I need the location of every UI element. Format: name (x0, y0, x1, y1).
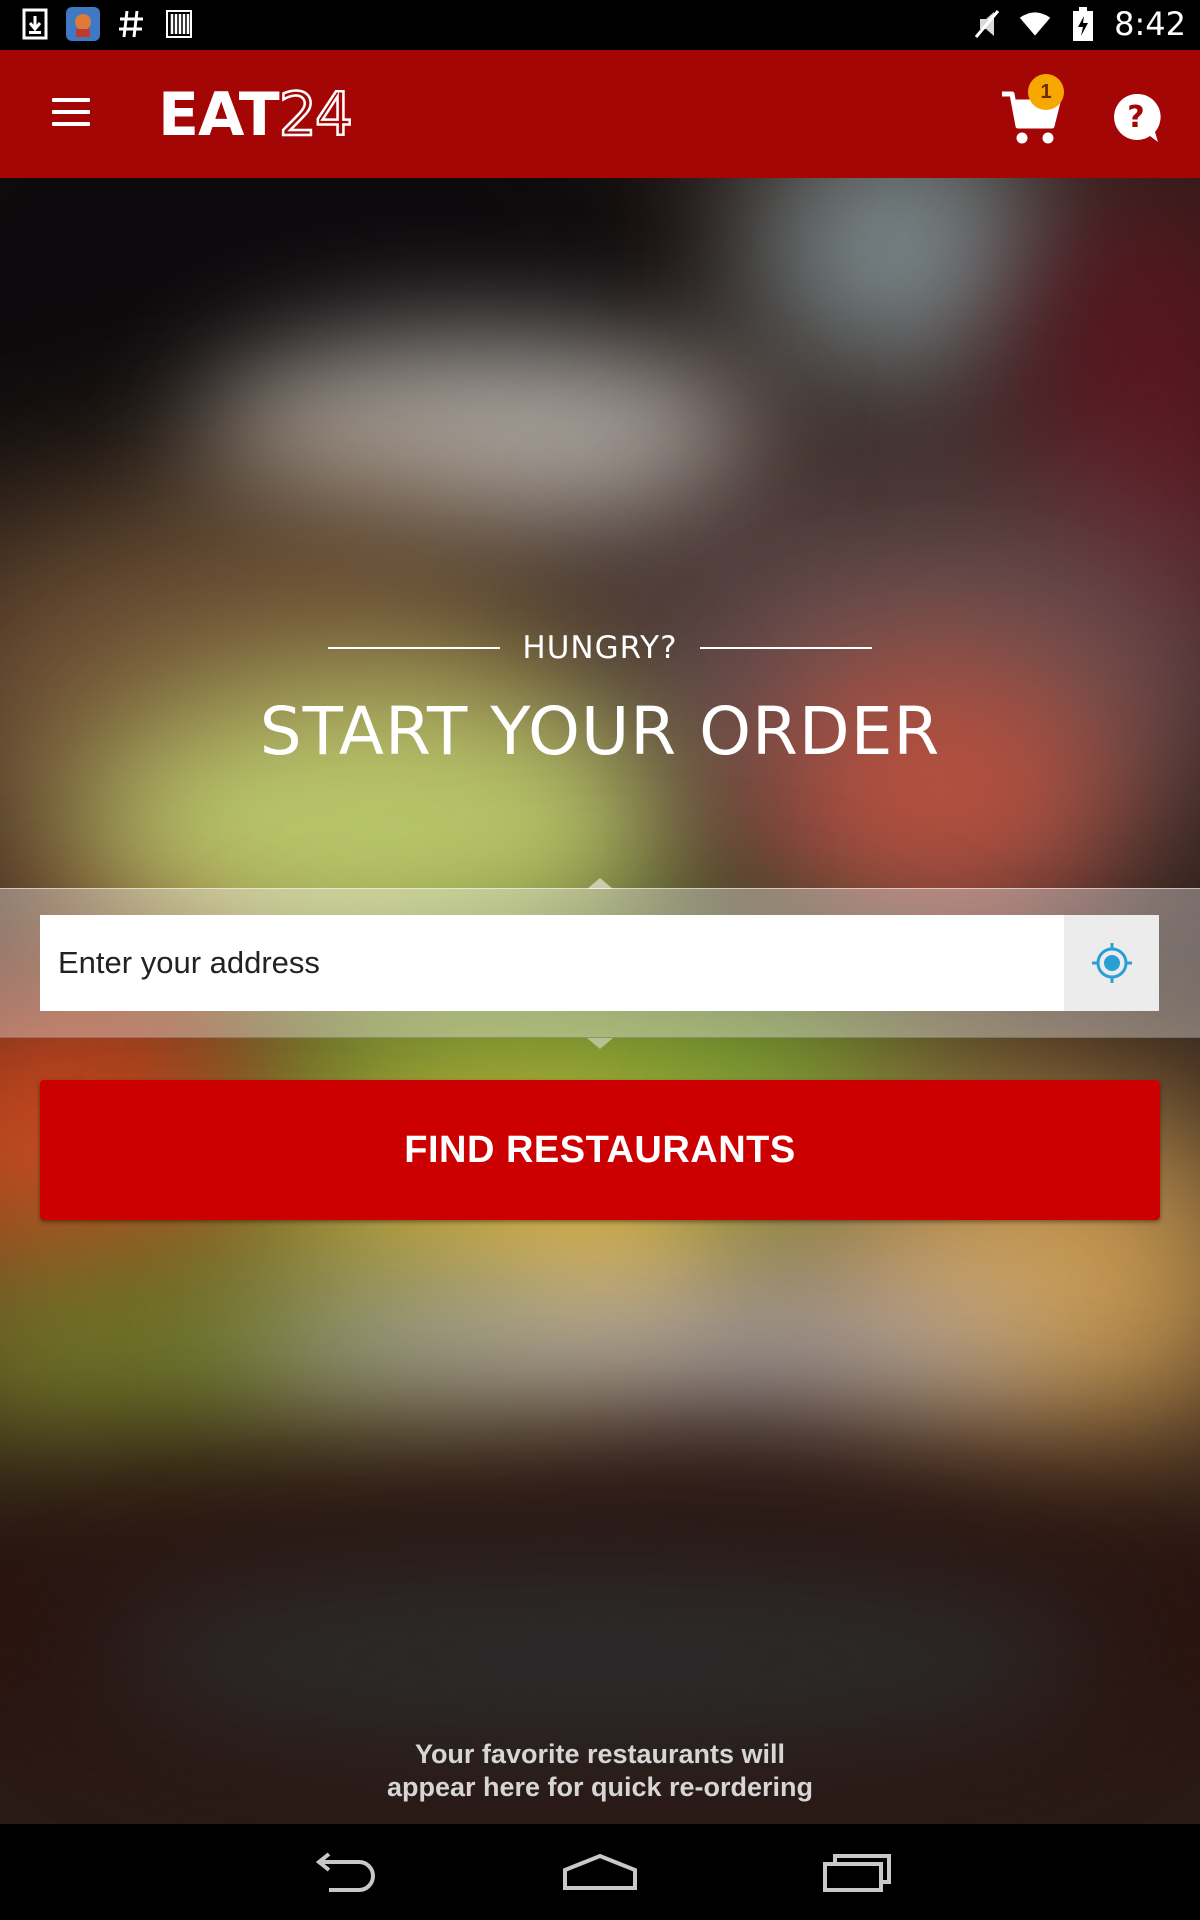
app-bar: EAT 24 1 ? (0, 50, 1200, 178)
cart-count-badge: 1 (1028, 74, 1064, 110)
recents-icon (823, 1854, 891, 1892)
start-order-title: START YOUR ORDER (259, 693, 941, 770)
mute-icon (970, 7, 1004, 41)
hungry-heading: HUNGRY? (328, 623, 872, 673)
back-button[interactable] (298, 1842, 388, 1902)
favorites-hint: Your favorite restaurants will appear he… (386, 1739, 814, 1802)
help-button[interactable]: ? (1110, 92, 1162, 144)
hashtag-icon (114, 7, 148, 41)
help-glyph: ? (1127, 100, 1144, 135)
hungry-text: HUNGRY? (522, 630, 678, 666)
divider-line-right (699, 647, 872, 649)
barcode-icon (162, 7, 196, 41)
logo-24-text: 24 (277, 79, 354, 152)
recents-button[interactable] (812, 1842, 902, 1902)
notification-icons (18, 7, 196, 41)
game-app-icon (66, 7, 100, 41)
wifi-icon (1018, 7, 1052, 41)
help-chat-icon: ? (1114, 93, 1161, 142)
order-start-panel: HUNGRY? START YOUR ORDER FIND RESTAURANT… (0, 178, 1200, 1824)
crosshair-location-icon (1091, 943, 1132, 983)
download-icon (18, 7, 52, 41)
current-location-button[interactable] (1064, 915, 1159, 1011)
hamburger-menu-icon[interactable] (52, 98, 92, 128)
find-restaurants-button[interactable]: FIND RESTAURANTS (40, 1080, 1160, 1220)
battery-charging-icon (1066, 7, 1100, 41)
home-icon (563, 1853, 637, 1890)
eat24-logo: EAT 24 (158, 79, 354, 152)
system-status-icons: 8:42 (970, 5, 1186, 43)
home-button[interactable] (555, 1842, 645, 1902)
clock: 8:42 (1114, 5, 1186, 43)
address-input[interactable] (40, 915, 1064, 1011)
divider-line-left (328, 647, 500, 649)
status-bar: 8:42 (0, 0, 1200, 50)
band-notch-bottom (587, 1038, 613, 1049)
logo-eat-text: EAT (158, 80, 280, 150)
system-nav-bar (0, 1824, 1200, 1920)
back-icon (315, 1852, 375, 1892)
